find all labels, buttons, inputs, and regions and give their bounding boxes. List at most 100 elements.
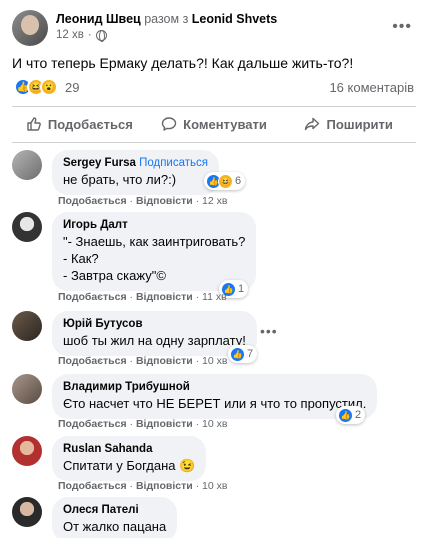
haha-reaction-icon: 😆 [218, 173, 233, 189]
commenter-name[interactable]: Олеся Пателі [63, 503, 166, 518]
comment-time[interactable]: 11 хв [202, 291, 227, 303]
comment-like-link[interactable]: Подобається [58, 195, 127, 207]
comment-time[interactable]: 10 хв [202, 355, 227, 367]
comment-bubble: Владимир Трибушной Єто насчет что НЕ БЕР… [52, 374, 378, 419]
commenter-name[interactable]: Игорь Далт [63, 218, 245, 233]
author-line: Леонид Швец разом з Leonid Shvets [56, 12, 277, 26]
comment-like-link[interactable]: Подобається [58, 418, 127, 430]
comment-text: "- Знаешь, как заинтриговать? [63, 234, 246, 249]
comment-time[interactable]: 10 хв [202, 418, 227, 430]
avatar[interactable] [12, 311, 42, 341]
comment-reactions[interactable]: 👍 7 [228, 345, 258, 363]
smile-emoji-icon: 😉 [179, 458, 196, 473]
comment-reaction-count: 7 [247, 348, 254, 360]
comment-item: Юрій Бутусов шоб ты жил на одну зарплату… [12, 311, 416, 367]
comment-time[interactable]: 10 хв [202, 480, 227, 492]
meta-separator: · [87, 29, 92, 41]
comment-like-link[interactable]: Подобається [58, 480, 127, 492]
comment-item: Владимир Трибушной Єто насчет что НЕ БЕР… [12, 374, 416, 432]
comment-reaction-count: 1 [238, 283, 245, 295]
commenter-name[interactable]: Ruslan Sahanda [63, 442, 195, 457]
divider [12, 106, 416, 107]
comment-time[interactable]: 12 хв [202, 195, 227, 207]
reaction-count: 29 [65, 79, 80, 95]
comment-reply-link[interactable]: Відповісти [136, 291, 193, 303]
avatar[interactable] [12, 497, 42, 527]
comment-reactions[interactable]: 👍 2 [336, 406, 366, 424]
comment-bubble: Олеся Пателі От жалко пацана [52, 497, 178, 538]
avatar[interactable] [12, 150, 42, 180]
comment-text: Єто насчет что НЕ БЕРЕТ или я что то про… [63, 396, 367, 411]
like-reaction-icon: 👍 [230, 346, 245, 362]
comment-bubble: Ruslan Sahanda Спитати у Богдана 😉 [52, 436, 207, 481]
comment-like-link[interactable]: Подобається [58, 291, 127, 303]
comment-meta: Подобається · Відповісти · 10 хв [58, 355, 227, 367]
comment-text: От жалко пацана [63, 519, 167, 534]
comment-reactions[interactable]: 👍 😆 6 [204, 172, 246, 190]
meta-separator: · [195, 291, 200, 303]
comment-reaction-count: 6 [235, 175, 242, 187]
like-button[interactable]: Подобається [12, 110, 147, 138]
author-name[interactable]: Леонид Швец [56, 12, 141, 26]
comment-text-content: Спитати у Богдана [63, 458, 176, 473]
coauthor-name[interactable]: Leonid Shvets [192, 12, 277, 26]
comment-text: - Завтра скажу"© [63, 268, 166, 283]
comment-reaction-count: 2 [355, 409, 362, 421]
post-time[interactable]: 12 хв [56, 29, 84, 41]
comment-reply-link[interactable]: Відповісти [136, 195, 193, 207]
comment-reply-link[interactable]: Відповісти [136, 480, 193, 492]
meta-separator: · [129, 291, 134, 303]
comment-bubble: Sergey Fursa Подписаться не брать, что л… [52, 150, 219, 195]
comment-item: Ruslan Sahanda Спитати у Богдана 😉 Подоб… [12, 436, 416, 492]
share-label: Поширити [326, 116, 393, 132]
post-meta: 12 хв · [56, 29, 107, 42]
commenter-name[interactable]: Sergey Fursa Подписаться [63, 156, 208, 171]
comment-label: Коментувати [183, 116, 267, 132]
commenter-name-text: Sergey Fursa [63, 157, 136, 169]
post-actions: Подобається Коментувати Поширити [12, 110, 416, 138]
comment-item: Sergey Fursa Подписаться не брать, что л… [12, 150, 416, 210]
comment-options-icon[interactable]: ••• [260, 323, 278, 339]
wow-reaction-icon: 😮 [40, 78, 58, 96]
reaction-summary[interactable]: 👍 😆 😮 29 [14, 78, 79, 96]
follow-link[interactable]: Подписаться [139, 157, 208, 169]
more-options-icon[interactable]: ••• [392, 18, 412, 36]
meta-separator: · [195, 418, 200, 430]
like-reaction-icon: 👍 [338, 407, 353, 423]
avatar[interactable] [12, 374, 42, 404]
comment-item: Олеся Пателі От жалко пацана [12, 497, 416, 538]
meta-separator: · [129, 355, 134, 367]
comment-meta: Подобається · Відповісти · 10 хв [58, 418, 227, 430]
comment-like-link[interactable]: Подобається [58, 355, 127, 367]
share-icon [305, 117, 320, 131]
comment-icon [161, 117, 177, 131]
meta-separator: · [129, 195, 134, 207]
author-avatar[interactable] [12, 10, 48, 46]
comment-reply-link[interactable]: Відповісти [136, 418, 193, 430]
comment-text: - Как? [63, 251, 99, 266]
share-button[interactable]: Поширити [281, 110, 416, 138]
commenter-name[interactable]: Владимир Трибушной [63, 380, 366, 395]
comment-meta: Подобається · Відповісти · 11 хв [58, 291, 227, 303]
comment-reply-link[interactable]: Відповісти [136, 355, 193, 367]
post-text: И что теперь Ермаку делать?! Как дальше … [12, 55, 354, 71]
comment-count[interactable]: 16 коментарів [329, 80, 414, 95]
like-label: Подобається [47, 116, 133, 132]
meta-separator: · [195, 480, 200, 492]
globe-icon [95, 29, 107, 42]
avatar[interactable] [12, 436, 42, 466]
comment-meta: Подобається · Відповісти · 10 хв [58, 480, 227, 492]
post-stats: 👍 😆 😮 29 16 коментарів [12, 78, 416, 98]
comment-text: шоб ты жил на одну зарплату! [63, 333, 246, 348]
comment-text: Спитати у Богдана 😉 [63, 457, 195, 474]
comment-button[interactable]: Коментувати [147, 110, 282, 138]
divider [12, 142, 416, 143]
meta-separator: · [129, 480, 134, 492]
post-header: Леонид Швец разом з Leonid Shvets 12 хв … [12, 10, 416, 46]
commenter-name[interactable]: Юрій Бутусов [63, 317, 246, 332]
with-word: разом з [144, 12, 189, 26]
comment-bubble: Юрій Бутусов шоб ты жил на одну зарплату… [52, 311, 257, 356]
avatar[interactable] [12, 212, 42, 242]
comment-text: не брать, что ли?:) [63, 172, 177, 187]
meta-separator: · [195, 355, 200, 367]
